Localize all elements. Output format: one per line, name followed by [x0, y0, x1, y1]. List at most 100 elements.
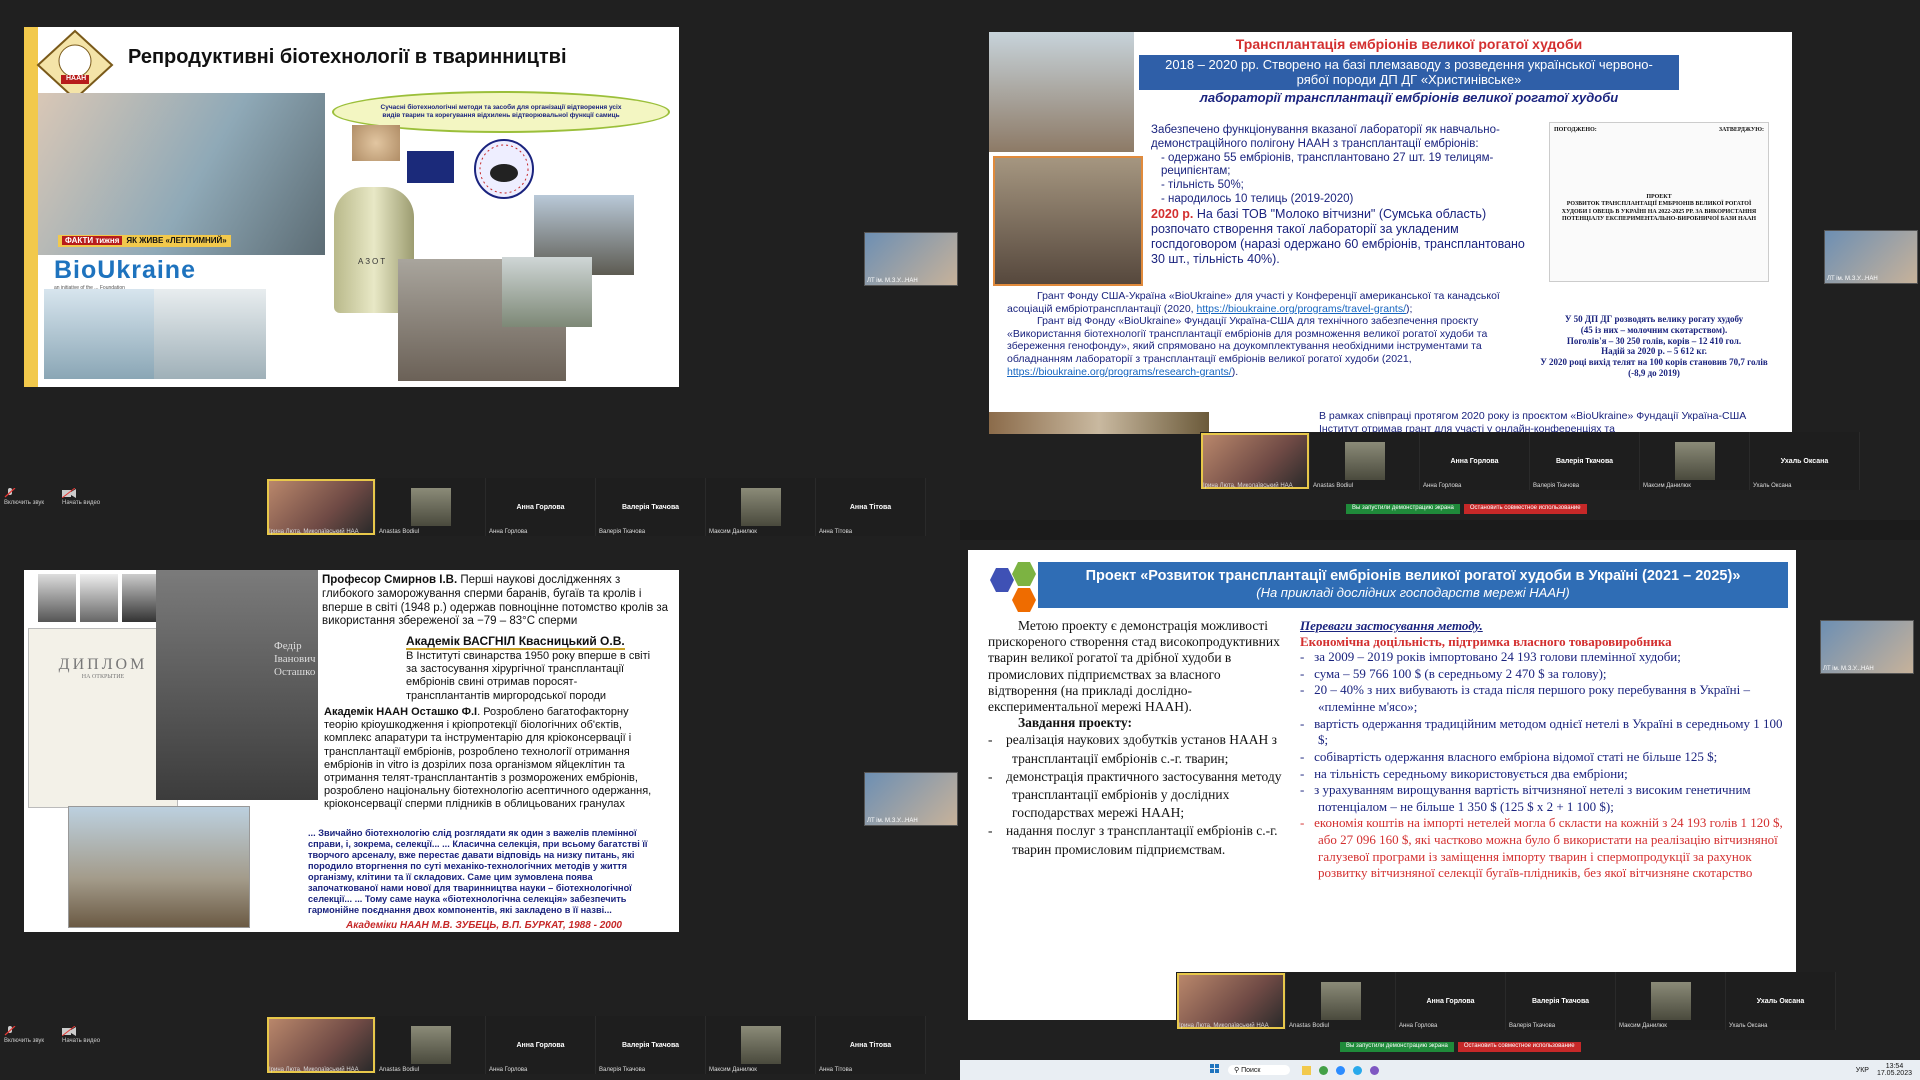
start-button[interactable] [1210, 1064, 1220, 1076]
telegram-icon[interactable] [1353, 1065, 1363, 1075]
caption-brand: ФАКТИ тижня [62, 236, 123, 246]
participant-name: Валерія Ткачова [599, 1067, 646, 1073]
grant-1-link[interactable]: https://bioukraine.org/programs/travel-g… [1197, 303, 1407, 315]
lab-photo-1 [44, 289, 154, 379]
document-scan: ПОГОДЖЕНО: ЗАТВЕРДЖУЮ: ПРОЕКТ РОЗВИТОК ТР… [1549, 122, 1769, 282]
tank-label: АЗОТ [358, 257, 388, 266]
participant-label: Анна Горлова [1426, 997, 1475, 1005]
share-window-top-right: Трансплантація ембріонів великої рогатої… [960, 0, 1920, 520]
bullet-item: - одержано 55 ембріонів, трансплантовано… [1161, 151, 1494, 178]
self-video-thumbnail[interactable]: ЛТ ім. М.З.У...НАН [1824, 230, 1918, 284]
intro-text: Забезпечено функціонування вказаної лабо… [1151, 124, 1500, 150]
self-video-name: ЛТ ім. М.З.У...НАН [867, 818, 918, 824]
grant-2-end: ). [1231, 365, 1239, 378]
file-explorer-icon[interactable] [1302, 1065, 1312, 1075]
video-control[interactable]: Начать видео [61, 1025, 100, 1044]
participant-tile-speaker[interactable]: Ірина Люта, Миколаївський НАА [266, 1016, 376, 1074]
portrait-1 [38, 574, 76, 622]
language-indicator[interactable]: УКР [1856, 1067, 1869, 1074]
taskbar-search[interactable]: ⚲ Поиск [1228, 1065, 1291, 1075]
clock-date: 17.05.2023 [1876, 1070, 1912, 1077]
self-video-thumbnail[interactable]: ЛТ ім. М.З.У...НАН [864, 232, 958, 286]
grant-2-text: Грант від Фонду «BioUkraine» Фундації Ук… [1007, 315, 1488, 365]
ostashko-paragraph: Академік НААН Осташко Ф.І. Розроблено ба… [324, 706, 664, 812]
speaker-video [1200, 433, 1309, 489]
slide-project: Проект «Розвиток трансплантації ембріоні… [968, 550, 1796, 1020]
participant-tile[interactable]: Anastas Bodiul [1286, 972, 1396, 1030]
self-video-thumbnail[interactable]: ЛТ ім. М.З.У...НАН [864, 772, 958, 826]
slide-embryo-transplantation: Трансплантація ембріонів великої рогатої… [989, 32, 1792, 434]
participant-tile[interactable]: Анна Тітова Анна Тітова [816, 1016, 926, 1074]
stop-share-button[interactable]: Остановить совместное использование [1463, 504, 1587, 514]
participant-label: Валерія Ткачова [621, 1041, 680, 1049]
slide-history: ДИПЛОМ НА ОТКРЫТИЕ Федір Іванович Осташк… [24, 570, 679, 932]
participant-label: Валерія Ткачова [621, 503, 680, 511]
participant-tile[interactable]: Валерія Ткачова Валерія Ткачова [596, 1016, 706, 1074]
participant-name: Валерія Ткачова [1533, 483, 1580, 489]
participant-tile[interactable]: Максим Данилюк [1640, 432, 1750, 490]
participant-label: Анна Горлова [1450, 457, 1499, 465]
share-window-top-left: НААН Репродуктивні біотехнології в твари… [0, 0, 960, 540]
advantages-title: Переваги застосування методу. [1300, 618, 1483, 633]
diploma-title: ДИПЛОМ [58, 656, 148, 673]
grant-2-link[interactable]: https://bioukraine.org/programs/research… [1007, 366, 1232, 378]
participant-tile[interactable]: Анна Горлова Анна Горлова [1396, 972, 1506, 1030]
grants-block: Грант Фонду США-Україна «BioUkraine» для… [1007, 290, 1507, 378]
participant-tile-speaker[interactable]: Ірина Люта, Миколаївський НАА [1200, 432, 1310, 490]
bioukraine-logo: BioUkraine an initiative of the ... Foun… [54, 255, 304, 291]
windows-icon [1210, 1064, 1219, 1073]
participant-tile[interactable]: Anastas Bodiul [1310, 432, 1420, 490]
mic-control[interactable]: Включить звук [4, 1025, 44, 1044]
participant-label: Анна Тітова [849, 1041, 892, 1049]
participant-name: Максим Данилюк [709, 529, 757, 535]
participant-tile[interactable]: Валерія Ткачова Валерія Ткачова [596, 478, 706, 536]
participant-tile[interactable]: Anastas Bodiul [376, 478, 486, 536]
participant-avatar [1320, 982, 1361, 1020]
bullet-text: одержано 55 ембріонів, трансплантовано 2… [1161, 151, 1494, 178]
participant-strip: Ірина Люта, Миколаївський НАА Anastas Bo… [266, 1016, 926, 1074]
participant-avatar [740, 488, 781, 526]
participant-tile[interactable]: Максим Данилюк [706, 478, 816, 536]
mic-control[interactable]: Включить звук [4, 487, 44, 506]
participant-tile[interactable]: Анна Горлова Анна Горлова [1420, 432, 1530, 490]
speaker-video [266, 479, 375, 535]
advantage-item: - з урахуванням вирощування вартість віт… [1300, 782, 1751, 814]
participant-tile-speaker[interactable]: Ірина Люта, Миколаївський НАА [1176, 972, 1286, 1030]
clock[interactable]: 13:54 17.05.2023 [1877, 1063, 1912, 1077]
subtitle-text: 2018 – 2020 рр. Створено на базі племзав… [1165, 56, 1653, 88]
viber-icon[interactable] [1370, 1065, 1380, 1075]
participant-tile[interactable]: Максим Данилюк [706, 1016, 816, 1074]
participant-tile-speaker[interactable]: Ірина Люта, Миколаївський НАА [266, 478, 376, 536]
lab-photo-2 [154, 289, 266, 379]
hand-tube-photo: ФАКТИ тижня ЯК ЖИВЕ «ЛЕГІТИМНИЙ» [38, 93, 325, 255]
participant-tile[interactable]: Ухаль Оксана Ухаль Оксана [1750, 432, 1860, 490]
windows-taskbar: ⚲ Поиск УКР 13:54 17.05.2023 [960, 1060, 1920, 1080]
self-video-thumbnail[interactable]: ЛТ ім. М.З.У...НАН [1820, 620, 1914, 674]
participant-name: Anastas Bodiul [379, 1067, 420, 1073]
participant-avatar [1674, 442, 1715, 480]
participant-tile[interactable]: Анна Горлова Анна Горлова [486, 1016, 596, 1074]
video-control[interactable]: Начать видео [61, 487, 100, 506]
participant-name: Максим Данилюк [1619, 1023, 1667, 1029]
participant-avatar [410, 1026, 451, 1064]
task-item: - надання послуг з трансплантації ембріо… [988, 823, 1278, 857]
stop-share-button[interactable]: Остановить совместное использование [1457, 1042, 1581, 1052]
zoom-icon[interactable] [1336, 1065, 1346, 1075]
participant-tile[interactable]: Анна Тітова Анна Тітова [816, 478, 926, 536]
participant-tile[interactable]: Валерія Ткачова Валерія Ткачова [1530, 432, 1640, 490]
advantages-list: - за 2009 – 2019 років імпортовано 24 19… [1300, 649, 1790, 882]
title-band: Проект «Розвиток трансплантації ембріоні… [1038, 562, 1788, 608]
participant-avatar [740, 1026, 781, 1064]
task-text: надання послуг з трансплантації ембріоні… [1006, 823, 1278, 857]
bullet-text: народилось 10 телиць (2019-2020) [1168, 192, 1354, 205]
chrome-icon[interactable] [1319, 1065, 1329, 1075]
grant-2: Грант від Фонду «BioUkraine» Фундації Ук… [1007, 315, 1507, 378]
participant-tile[interactable]: Anastas Bodiul [376, 1016, 486, 1074]
slide-title: Репродуктивні біотехнології в тваринницт… [128, 46, 567, 68]
participant-tile[interactable]: Ухаль Оксана Ухаль Оксана [1726, 972, 1836, 1030]
share-status: Вы запустили демонстрацию экрана [1346, 504, 1460, 514]
intro-block: Забезпечено функціонування вказаної лабо… [1151, 124, 1541, 267]
participant-tile[interactable]: Максим Данилюк [1616, 972, 1726, 1030]
participant-tile[interactable]: Валерія Ткачова Валерія Ткачова [1506, 972, 1616, 1030]
participant-tile[interactable]: Анна Горлова Анна Горлова [486, 478, 596, 536]
